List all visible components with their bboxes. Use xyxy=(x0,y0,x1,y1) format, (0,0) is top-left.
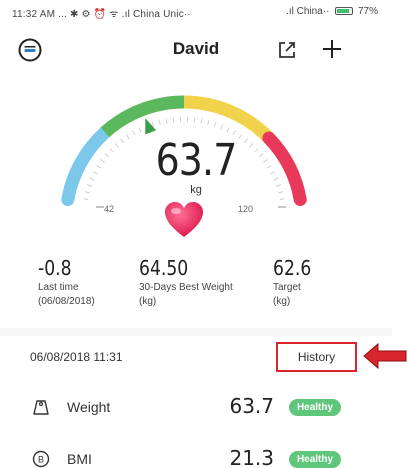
stat-value: 62.6 xyxy=(273,256,312,280)
heart-icon xyxy=(165,202,203,237)
gauge-segment xyxy=(183,95,274,143)
measurement-date: 06/08/2018 11:31 xyxy=(30,350,123,364)
current-weight-value: 63.7 xyxy=(155,135,238,186)
gauge-tick xyxy=(84,191,90,194)
gauge-max-label: 120 xyxy=(238,204,254,214)
battery-icon xyxy=(335,7,354,15)
metric-name: Weight xyxy=(67,399,111,415)
status-right: .ıl China·· 77% xyxy=(286,6,378,17)
gauge-tick xyxy=(207,119,210,126)
gauge-tick xyxy=(279,198,285,201)
metric-name: BMI xyxy=(67,451,92,467)
gauge-tick xyxy=(104,153,110,158)
gauge-tick xyxy=(213,121,217,127)
stat-target: 62.6 Target (kg) xyxy=(273,256,318,308)
metric-row-weight[interactable]: Weight 63.7 Healthy xyxy=(0,388,392,428)
stat-last-time: -0.8 Last time (06/08/2018) xyxy=(38,256,95,308)
section-divider xyxy=(0,328,392,336)
red-arrow-annotation xyxy=(363,342,407,370)
metric-value: 21.3 xyxy=(229,446,274,468)
gauge-tick xyxy=(172,117,175,123)
gauge-tick xyxy=(165,118,168,124)
bmi-icon: B xyxy=(32,450,50,468)
gauge-min-label: 42 xyxy=(104,204,115,214)
metric-value: 63.7 xyxy=(229,394,274,418)
gauge-tick xyxy=(96,164,102,169)
gauge-tick xyxy=(151,121,155,127)
gauge-tick xyxy=(226,127,230,133)
gauge-tick xyxy=(158,119,161,126)
gauge-tick xyxy=(138,127,142,133)
stat-value: -0.8 xyxy=(38,256,72,280)
stat-label: Target xyxy=(273,282,301,293)
gauge-tick xyxy=(100,159,106,163)
stat-best-weight: 64.50 30-Days Best Weight (kg) xyxy=(139,256,233,308)
stat-sublabel: (06/08/2018) xyxy=(38,296,95,307)
stat-label: 30-Days Best Weight xyxy=(139,282,233,293)
plus-icon[interactable] xyxy=(320,37,344,61)
header: David xyxy=(0,28,392,72)
weight-gauge-card: 63.7 kg 42 120 -0.8 Last time (06/08/201… xyxy=(0,80,392,330)
share-icon[interactable] xyxy=(276,39,298,61)
metric-row-bmi[interactable]: B BMI 21.3 Healthy xyxy=(0,440,392,468)
stat-sublabel: (kg) xyxy=(139,296,157,307)
gauge-tick xyxy=(193,117,196,123)
stat-value: 64.50 xyxy=(139,256,189,280)
app-screen: 11:32 AM ... ✱ ⚙ ⏰ ᯤ .ıl China Unic·· .ı… xyxy=(0,0,392,468)
gauge-tick xyxy=(200,118,203,124)
gauge-tick xyxy=(92,171,98,175)
gauge-tick xyxy=(83,198,89,201)
weight-icon xyxy=(33,400,49,415)
gauge-tick xyxy=(87,184,93,187)
status-bar: 11:32 AM ... ✱ ⚙ ⏰ ᯤ .ıl China Unic·· .ı… xyxy=(0,0,392,24)
svg-text:B: B xyxy=(38,455,44,465)
stat-sublabel: (kg) xyxy=(273,296,291,307)
gauge-tick xyxy=(89,177,95,181)
weight-unit: kg xyxy=(190,184,202,196)
gauge-tick xyxy=(220,124,224,130)
battery-level: 77% xyxy=(357,6,378,17)
status-badge: Healthy xyxy=(289,451,341,468)
history-row: 06/08/2018 11:31 History xyxy=(0,340,392,376)
status-badge: Healthy xyxy=(289,399,341,416)
stat-label: Last time xyxy=(38,282,79,293)
gauge-pointer xyxy=(145,118,157,135)
gauge-segment xyxy=(100,95,185,138)
status-left: 11:32 AM ... ✱ ⚙ ⏰ ᯤ .ıl China Unic·· xyxy=(12,9,191,20)
history-button[interactable]: History xyxy=(276,342,357,372)
status-carrier-2: .ıl China·· xyxy=(286,6,330,17)
